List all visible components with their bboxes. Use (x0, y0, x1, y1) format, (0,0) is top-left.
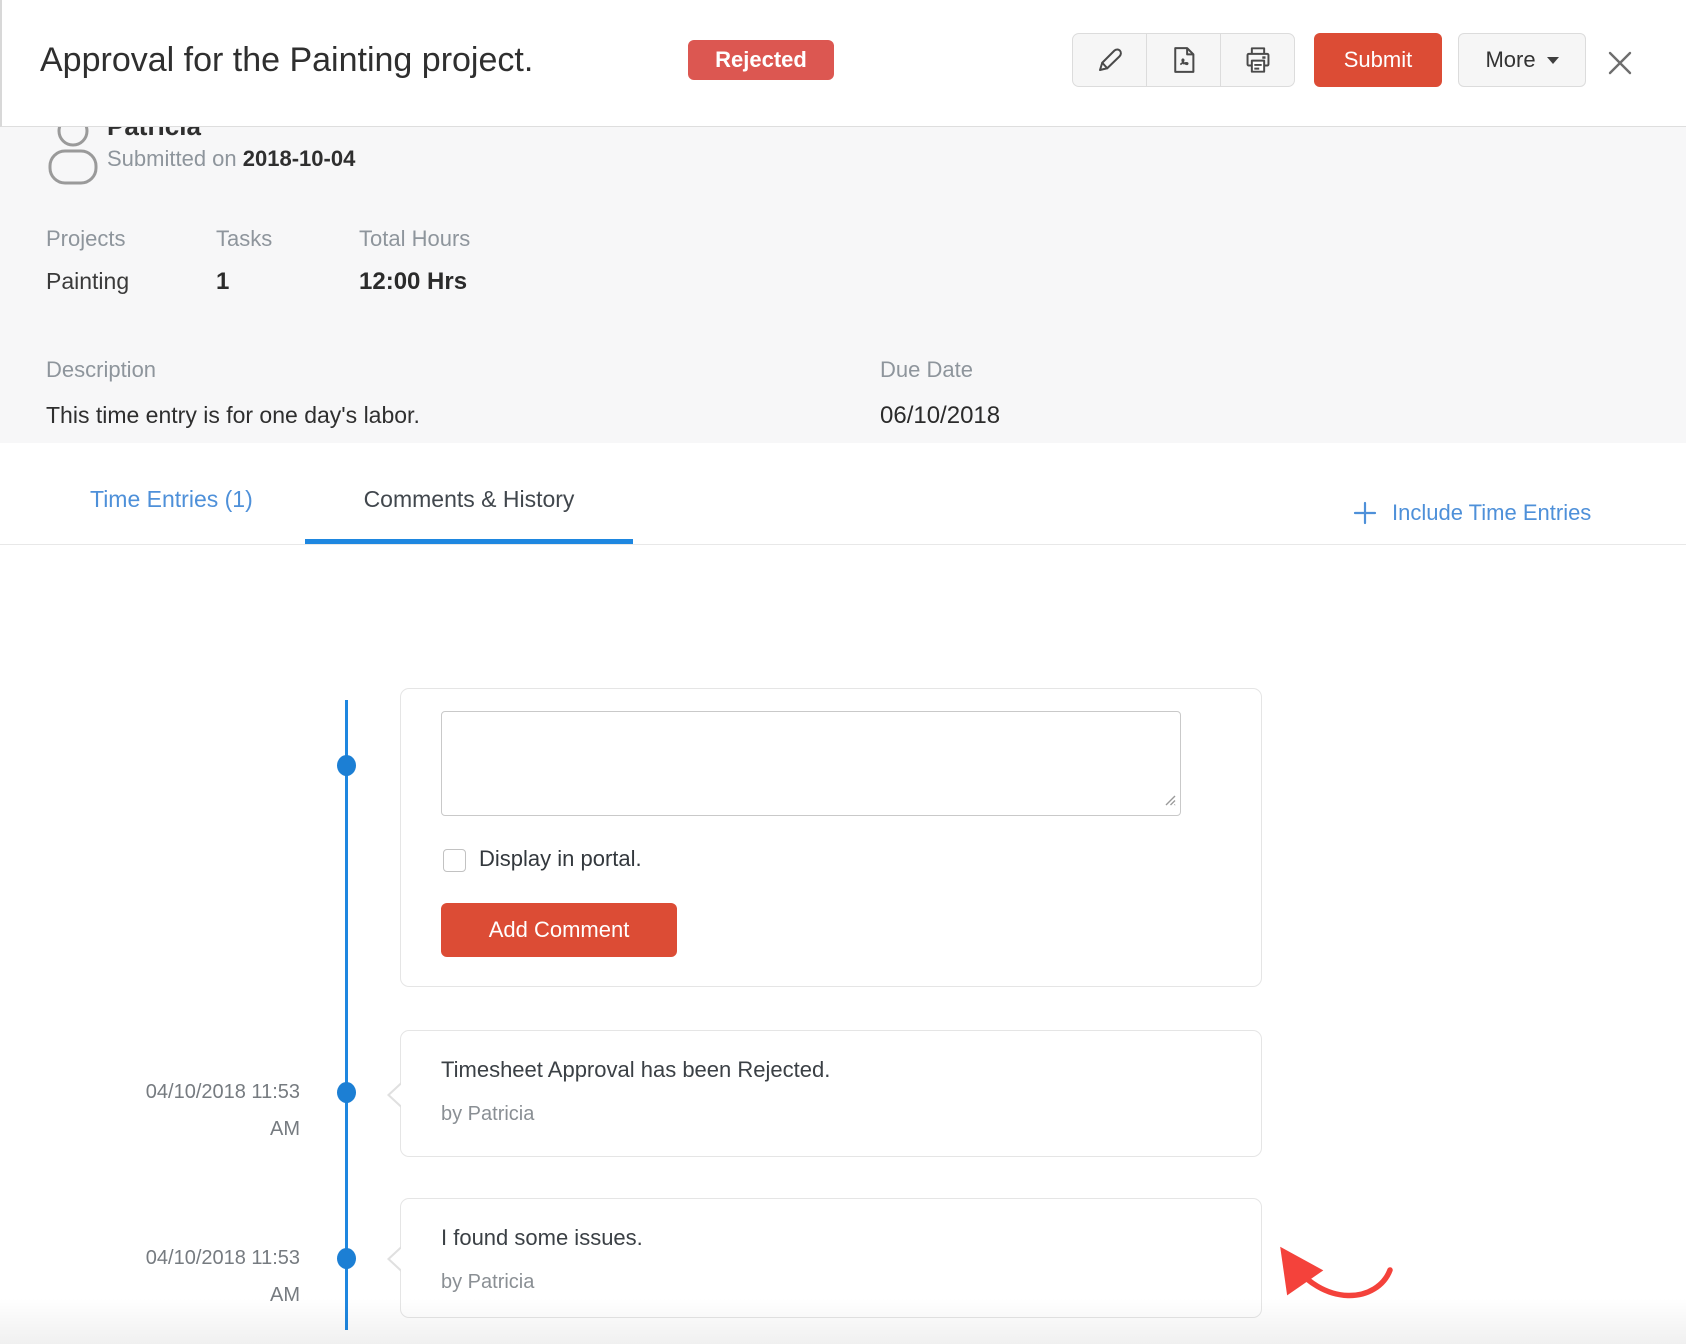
timestamp-meridiem: AM (80, 1111, 300, 1148)
stat-label-total-hours: Total Hours (359, 226, 470, 252)
submitted-on-label: Submitted on (107, 146, 237, 171)
status-badge: Rejected (688, 40, 834, 80)
add-comment-card: Display in portal. Add Comment (400, 688, 1262, 987)
edit-button[interactable] (1073, 34, 1146, 86)
export-pdf-button[interactable] (1146, 34, 1220, 86)
display-in-portal-label: Display in portal. (479, 846, 642, 872)
print-button[interactable] (1220, 34, 1294, 86)
comment-text: Timesheet Approval has been Rejected. (441, 1057, 830, 1083)
pdf-file-icon (1169, 45, 1199, 75)
description-text: This time entry is for one day's labor. (46, 402, 420, 429)
plus-icon (1352, 500, 1378, 526)
page-title: Approval for the Painting project. (40, 41, 533, 80)
due-date-value: 06/10/2018 (880, 402, 1000, 430)
timeline-line (345, 700, 348, 1330)
header-icon-toolbar (1072, 33, 1295, 87)
chevron-down-icon (1547, 57, 1559, 64)
submitter-name: Patricia (107, 127, 201, 142)
bottom-fade-shadow (0, 1298, 1686, 1344)
timeline-dot (337, 1248, 356, 1269)
stat-label-projects: Projects (46, 226, 125, 252)
include-time-entries-link[interactable]: Include Time Entries (1352, 500, 1591, 526)
timesheet-approval-panel: Approval for the Painting project. Rejec… (0, 0, 1686, 1344)
due-date-label: Due Date (880, 357, 973, 383)
comment-text: I found some issues. (441, 1225, 643, 1251)
tabs-bar: Time Entries (1) Comments & History Incl… (0, 443, 1686, 545)
timeline-dot (337, 1082, 356, 1103)
description-label: Description (46, 357, 156, 383)
submitted-on-line: Submitted on 2018-10-04 (107, 146, 355, 172)
close-icon (1604, 47, 1636, 79)
submit-button[interactable]: Submit (1314, 33, 1442, 87)
tab-comments-history[interactable]: Comments & History (305, 486, 633, 544)
more-button[interactable]: More (1458, 33, 1586, 87)
timestamp-date: 04/10/2018 11:53 (80, 1074, 300, 1111)
user-avatar-icon (48, 127, 100, 185)
add-comment-button[interactable]: Add Comment (441, 903, 677, 957)
summary-section: Patricia Submitted on 2018-10-04 Project… (0, 127, 1686, 443)
close-button[interactable] (1604, 47, 1636, 79)
printer-icon (1242, 44, 1274, 76)
pencil-icon (1095, 45, 1125, 75)
comment-timestamp: 04/10/2018 11:53 AM (80, 1074, 300, 1148)
more-button-label: More (1485, 47, 1535, 73)
stat-value-projects: Painting (46, 268, 129, 295)
include-time-entries-label: Include Time Entries (1392, 500, 1591, 526)
display-in-portal-checkbox[interactable] (443, 849, 466, 872)
stat-label-tasks: Tasks (216, 226, 272, 252)
timestamp-date: 04/10/2018 11:53 (80, 1240, 300, 1277)
submitted-on-date: 2018-10-04 (243, 146, 356, 171)
comment-author: by Patricia (441, 1103, 534, 1126)
comment-textarea[interactable] (441, 711, 1181, 816)
stat-value-tasks: 1 (216, 268, 229, 296)
header-bar: Approval for the Painting project. Rejec… (0, 0, 1686, 127)
stat-value-total-hours: 12:00 Hrs (359, 268, 467, 296)
timeline-comment-card: Timesheet Approval has been Rejected. by… (400, 1030, 1262, 1157)
tab-time-entries[interactable]: Time Entries (1) (66, 486, 277, 544)
comment-author: by Patricia (441, 1271, 534, 1294)
timeline-dot (337, 755, 356, 776)
